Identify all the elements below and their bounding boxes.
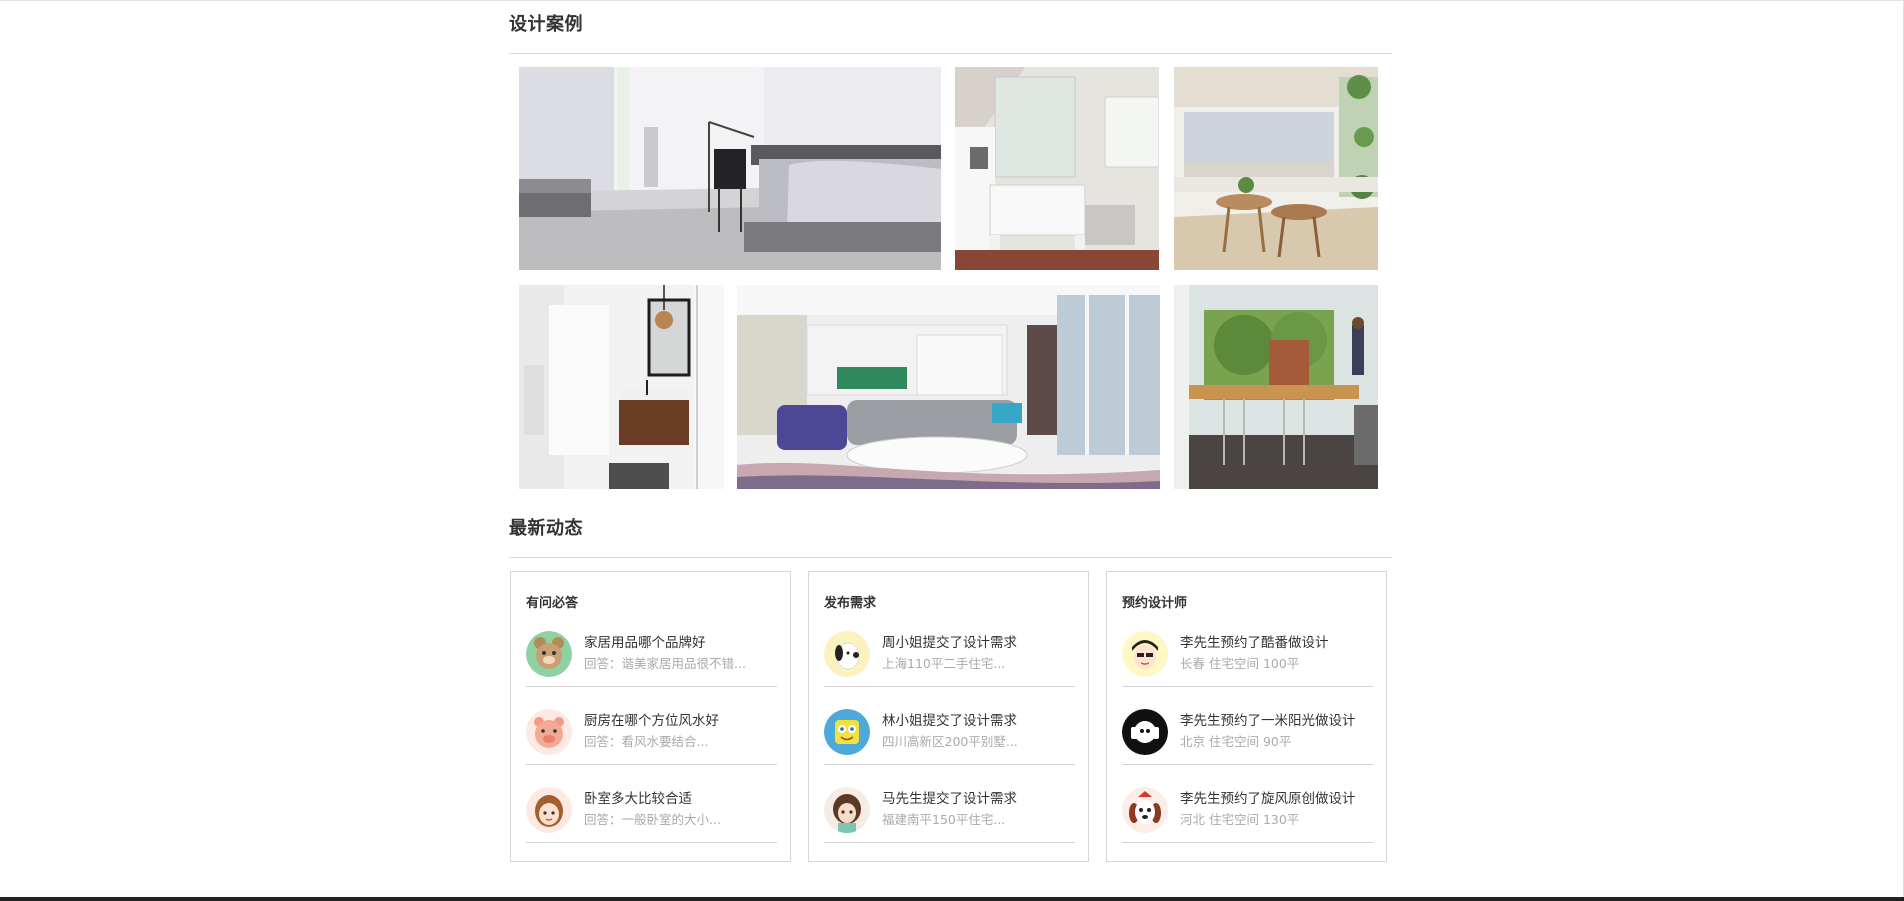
list-item[interactable]: 李先生预约了酷番做设计 长春 住宅空间 100平 (1122, 626, 1373, 687)
girl-brown-icon (824, 787, 870, 833)
news-section-divider (509, 557, 1392, 558)
dog-icon (1122, 787, 1168, 833)
list-item[interactable]: 家居用品哪个品牌好 回答：谐美家居用品很不错... (526, 626, 777, 687)
item-title: 厨房在哪个方位风水好 (584, 713, 719, 729)
footer-bar (0, 897, 1904, 901)
case-bathroom[interactable] (519, 285, 724, 489)
list-item[interactable]: 李先生预约了一米阳光做设计 北京 住宅空间 90平 (1122, 704, 1373, 765)
case-bedroom[interactable] (519, 67, 941, 270)
kitchen-bar-image (1174, 285, 1378, 489)
list-item[interactable]: 林小姐提交了设计需求 四川高新区200平别墅... (824, 704, 1075, 765)
item-subtitle: 长春 住宅空间 100平 (1180, 656, 1300, 671)
list-item[interactable]: 周小姐提交了设计需求 上海110平二手住宅... (824, 626, 1075, 687)
item-subtitle: 北京 住宅空间 90平 (1180, 734, 1292, 749)
item-title: 李先生预约了一米阳光做设计 (1180, 713, 1356, 729)
list-item[interactable]: 李先生预约了旋风原创做设计 河北 住宅空间 130平 (1122, 782, 1373, 843)
item-title: 家居用品哪个品牌好 (584, 635, 706, 651)
bathroom-image (519, 285, 724, 489)
item-title: 马先生提交了设计需求 (882, 791, 1017, 807)
item-divider (1122, 686, 1373, 687)
item-divider (1122, 764, 1373, 765)
main-content: 设计案例 最新动态 有问必答 家居用品哪个品牌好 回答：谐美家居用品很不错...… (509, 0, 1392, 897)
item-subtitle: 河北 住宅空间 130平 (1180, 812, 1300, 827)
pig-icon (526, 709, 572, 755)
item-title: 李先生预约了旋风原创做设计 (1180, 791, 1356, 807)
girl-icon (526, 787, 572, 833)
item-title: 周小姐提交了设计需求 (882, 635, 1017, 651)
panel-requests: 发布需求 周小姐提交了设计需求 上海110平二手住宅... 林小姐提交了设计需求… (808, 571, 1089, 862)
list-item[interactable]: 马先生提交了设计需求 福建南平150平住宅... (824, 782, 1075, 843)
dressing-room-image (955, 67, 1159, 270)
item-subtitle: 四川高新区200平别墅... (882, 734, 1018, 749)
item-subtitle: 上海110平二手住宅... (882, 656, 1006, 671)
panel-appointments: 预约设计师 李先生预约了酷番做设计 长春 住宅空间 100平 李先生预约了一米阳… (1106, 571, 1387, 862)
item-title: 卧室多大比较合适 (584, 791, 692, 807)
item-subtitle: 回答：一般卧室的大小... (584, 812, 721, 827)
sponge-icon (824, 709, 870, 755)
bear-icon (526, 631, 572, 677)
case-living-room[interactable] (737, 285, 1160, 489)
cases-section-divider (509, 53, 1392, 54)
item-title: 林小姐提交了设计需求 (882, 713, 1017, 729)
panel-appointments-title: 预约设计师 (1122, 596, 1188, 611)
panel-requests-title: 发布需求 (824, 596, 877, 611)
list-item[interactable]: 卧室多大比较合适 回答：一般卧室的大小... (526, 782, 777, 843)
music-icon (1122, 709, 1168, 755)
item-subtitle: 福建南平150平住宅... (882, 812, 1006, 827)
item-divider (824, 686, 1075, 687)
sunroom-image (1174, 67, 1378, 270)
case-dressing-room[interactable] (955, 67, 1159, 270)
item-divider (526, 686, 777, 687)
case-sunroom[interactable] (1174, 67, 1378, 270)
living-room-image (737, 285, 1160, 489)
item-divider (1122, 842, 1373, 843)
item-divider (526, 842, 777, 843)
item-divider (824, 764, 1075, 765)
bedroom-image (519, 67, 941, 270)
item-subtitle: 回答：看风水要结合... (584, 734, 709, 749)
panel-qa: 有问必答 家居用品哪个品牌好 回答：谐美家居用品很不错... 厨房在哪个方位风水… (510, 571, 791, 862)
panel-qa-title: 有问必答 (526, 596, 579, 611)
cases-section-title: 设计案例 (509, 14, 583, 35)
news-section-title: 最新动态 (509, 518, 583, 539)
list-item[interactable]: 厨房在哪个方位风水好 回答：看风水要结合... (526, 704, 777, 765)
case-kitchen-bar[interactable] (1174, 285, 1378, 489)
snoopy-icon (824, 631, 870, 677)
item-title: 李先生预约了酷番做设计 (1180, 635, 1329, 651)
item-divider (526, 764, 777, 765)
boy-icon (1122, 631, 1168, 677)
item-subtitle: 回答：谐美家居用品很不错... (584, 656, 746, 671)
item-divider (824, 842, 1075, 843)
